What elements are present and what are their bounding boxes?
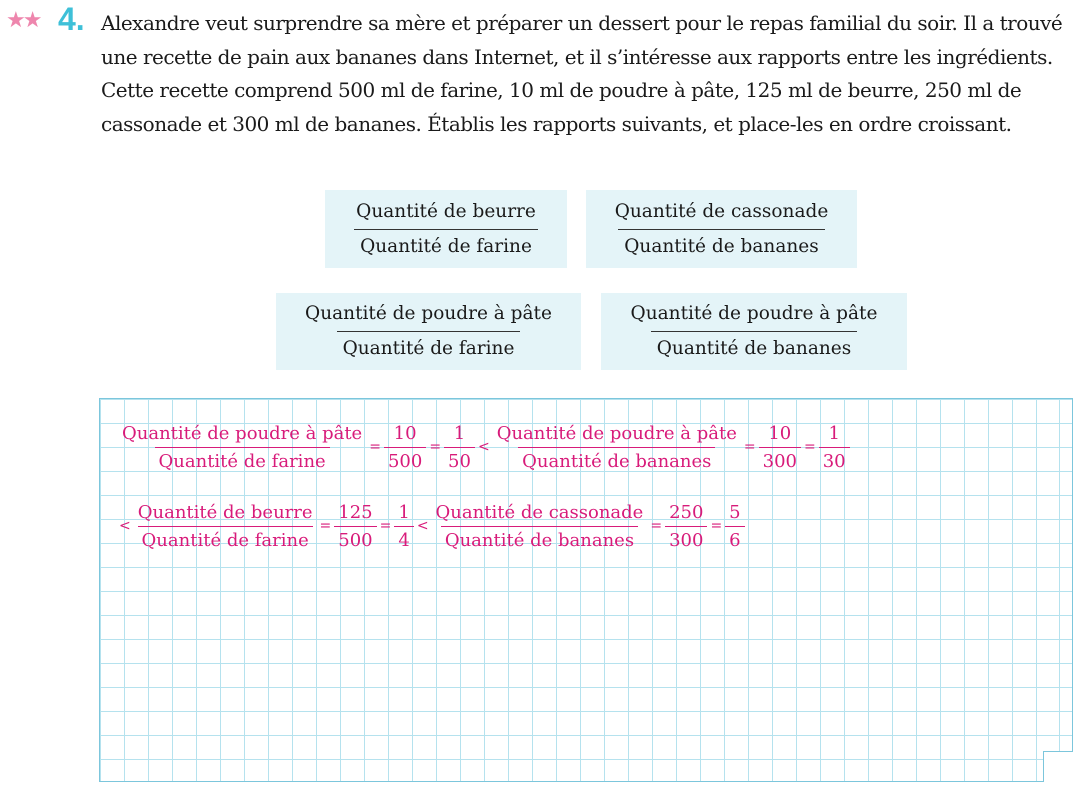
answer-numerator: 1 — [828, 423, 840, 444]
answer-denominator: 500 — [334, 526, 377, 553]
less-than-sign: < — [477, 439, 490, 455]
ratio-fraction: Quantité de poudre à pâte Quantité de fa… — [299, 299, 558, 364]
answer-numerator: 10 — [393, 423, 417, 444]
answer-denominator: Quantité de farine — [137, 526, 313, 553]
answer-value: 250 300 — [665, 500, 708, 553]
answer-value: 5 6 — [725, 500, 745, 553]
ratio-numerator: Quantité de poudre à pâte — [630, 303, 878, 324]
answer-numerator: Quantité de poudre à pâte — [496, 423, 737, 444]
answer-line-2: < Quantité de beurre Quantité de farine … — [116, 500, 745, 553]
answer-numerator: Quantité de beurre — [137, 502, 313, 523]
answer-numerator: 5 — [729, 502, 741, 523]
answer-ratio: Quantité de poudre à pâte Quantité de fa… — [118, 421, 366, 474]
equals-sign: = — [804, 439, 816, 455]
answer-denominator: 6 — [725, 526, 745, 553]
ratio-denominator: Quantité de farine — [336, 331, 521, 364]
equals-sign: = — [379, 518, 392, 534]
answer-ratio: Quantité de beurre Quantité de farine — [134, 500, 317, 553]
answer-ratio: Quantité de poudre à pâte Quantité de ba… — [493, 421, 741, 474]
equals-sign: = — [369, 439, 381, 455]
answer-denominator: 50 — [444, 447, 475, 474]
ratio-fraction: Quantité de beurre Quantité de farine — [350, 197, 542, 262]
answer-value: 125 500 — [334, 500, 377, 553]
answer-value: 10 500 — [383, 421, 427, 474]
answer-denominator: 300 — [665, 526, 708, 553]
answer-ratio: Quantité de cassonade Quantité de banane… — [432, 500, 648, 553]
answer-value: 1 50 — [444, 421, 475, 474]
equals-sign: = — [429, 439, 442, 455]
equals-sign: = — [319, 518, 332, 534]
problem-text: Alexandre veut surprendre sa mère et pré… — [101, 11, 1063, 137]
difficulty-stars-icon: ★★ — [6, 8, 42, 33]
ratio-fraction: Quantité de cassonade Quantité de banane… — [609, 197, 835, 262]
problem-number: 4. — [58, 1, 85, 37]
ratio-denominator: Quantité de farine — [354, 228, 538, 262]
answer-denominator: 300 — [758, 447, 801, 474]
answer-value: 1 4 — [394, 500, 414, 553]
ratio-box-poudre-bananes: Quantité de poudre à pâte Quantité de ba… — [601, 293, 907, 370]
answer-denominator: 30 — [818, 447, 850, 474]
answer-numerator: Quantité de cassonade — [435, 502, 644, 523]
ratio-box-beurre-farine: Quantité de beurre Quantité de farine — [325, 190, 567, 268]
equals-sign: = — [743, 439, 756, 455]
ratio-numerator: Quantité de cassonade — [614, 200, 829, 222]
ratio-denominator: Quantité de bananes — [650, 331, 858, 364]
answer-numerator: 1 — [453, 423, 466, 444]
answer-grid-tab — [1043, 398, 1073, 752]
answer-denominator: 500 — [383, 447, 427, 474]
ratio-denominator: Quantité de bananes — [618, 228, 825, 262]
answer-denominator: Quantité de bananes — [440, 526, 639, 553]
answer-numerator: 125 — [338, 502, 373, 523]
answer-numerator: 1 — [398, 502, 410, 523]
answer-value: 1 30 — [818, 421, 850, 474]
answer-numerator: 250 — [669, 502, 704, 523]
equals-sign: = — [650, 518, 663, 534]
answer-denominator: Quantité de farine — [154, 447, 330, 474]
answer-numerator: 10 — [768, 423, 792, 444]
ratio-numerator: Quantité de poudre à pâte — [305, 303, 552, 324]
less-than-sign: < — [416, 518, 429, 534]
less-than-sign: < — [119, 518, 131, 534]
answer-denominator: Quantité de bananes — [518, 447, 716, 474]
ratio-box-poudre-farine: Quantité de poudre à pâte Quantité de fa… — [276, 293, 581, 370]
answer-line-1: Quantité de poudre à pâte Quantité de fa… — [118, 421, 850, 474]
answer-denominator: 4 — [394, 526, 414, 553]
answer-value: 10 300 — [758, 421, 801, 474]
ratio-fraction: Quantité de poudre à pâte Quantité de ba… — [625, 299, 884, 364]
equals-sign: = — [710, 518, 723, 534]
answer-numerator: Quantité de poudre à pâte — [122, 423, 363, 444]
ratio-box-cassonade-bananes: Quantité de cassonade Quantité de banane… — [586, 190, 857, 268]
ratio-numerator: Quantité de beurre — [356, 200, 536, 222]
problem-statement: ★★ 4. Alexandre veut surprendre sa mère … — [0, 0, 1077, 180]
